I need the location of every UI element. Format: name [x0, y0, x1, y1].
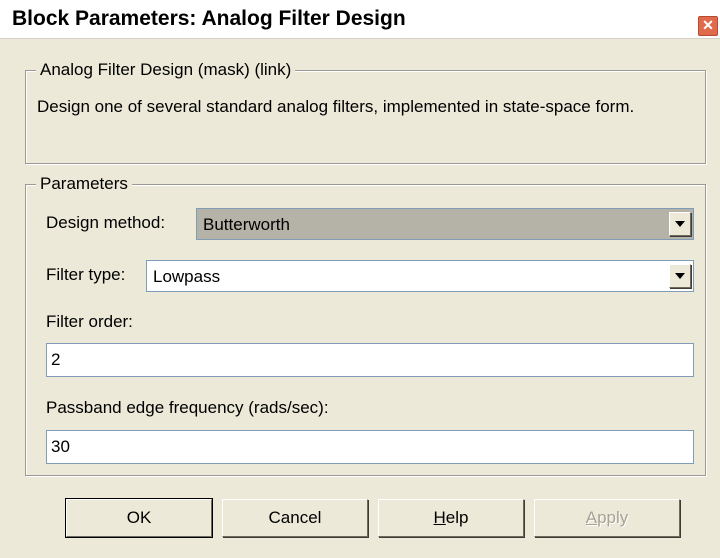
ok-button[interactable]: OK [65, 498, 213, 538]
close-icon[interactable]: ✕ [698, 16, 718, 36]
design-method-value: Butterworth [203, 215, 290, 234]
chevron-down-icon[interactable] [669, 264, 691, 288]
window-title: Block Parameters: Analog Filter Design [12, 7, 406, 30]
passband-label: Passband edge frequency (rads/sec): [46, 398, 329, 417]
help-button[interactable]: Help [378, 499, 524, 537]
filter-type-value: Lowpass [153, 267, 221, 286]
design-method-select[interactable]: Butterworth [196, 208, 694, 240]
chevron-down-icon[interactable] [669, 212, 691, 236]
filter-order-field[interactable]: 2 [46, 343, 694, 377]
apply-label: pply [597, 508, 629, 527]
mask-description: Design one of several standard analog fi… [37, 97, 635, 116]
apply-button[interactable]: Apply [534, 499, 680, 537]
parameters-legend: Parameters [36, 174, 132, 194]
cancel-button[interactable]: Cancel [222, 499, 368, 537]
help-mnemonic: H [433, 508, 446, 527]
passband-field[interactable]: 30 [46, 430, 694, 464]
filter-type-select[interactable]: Lowpass [146, 260, 694, 292]
help-label: elp [445, 508, 469, 527]
filter-type-label: Filter type: [46, 265, 126, 284]
apply-mnemonic: A [585, 508, 598, 527]
title-bar: Block Parameters: Analog Filter Design ✕ [0, 0, 720, 39]
filter-order-label: Filter order: [46, 312, 133, 331]
mask-legend: Analog Filter Design (mask) (link) [36, 60, 296, 80]
design-method-label: Design method: [46, 213, 166, 232]
